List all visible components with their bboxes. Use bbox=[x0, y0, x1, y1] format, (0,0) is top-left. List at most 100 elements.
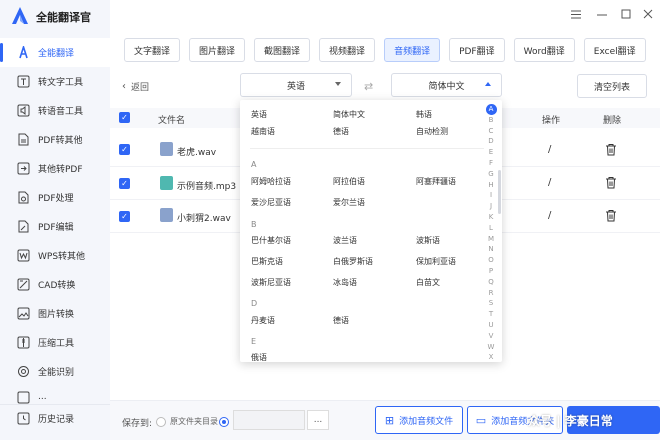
sidebar-item-to-speech[interactable]: 转语音工具 bbox=[0, 96, 110, 125]
custom-dir-radio[interactable] bbox=[219, 417, 229, 427]
file-name: 示例音频.mp3 bbox=[177, 182, 237, 192]
language-option[interactable]: 白苗文 bbox=[416, 277, 440, 288]
tab-image-translate[interactable]: 图片翻译 bbox=[189, 38, 246, 62]
trash-icon[interactable] bbox=[605, 176, 617, 189]
maximize-icon[interactable] bbox=[618, 6, 634, 22]
row-checkbox[interactable]: ✓ bbox=[119, 144, 130, 155]
sidebar-item-pdf-edit[interactable]: PDF编辑 bbox=[0, 212, 110, 241]
language-option[interactable]: 阿拉伯语 bbox=[333, 176, 365, 187]
alphabet-letter[interactable]: K bbox=[484, 212, 498, 223]
tab-video-translate[interactable]: 视频翻译 bbox=[319, 38, 376, 62]
alphabet-letter[interactable]: G bbox=[484, 169, 498, 180]
sidebar-item-translate[interactable]: 全能翻译 bbox=[0, 38, 110, 67]
alphabet-letter[interactable]: E bbox=[484, 147, 498, 158]
tab-word-translate[interactable]: Word翻译 bbox=[513, 38, 575, 62]
tab-text-translate[interactable]: 文字翻译 bbox=[124, 38, 181, 62]
sidebar-item-pdf-to-other[interactable]: PDF转其他 bbox=[0, 125, 110, 154]
source-language-select[interactable]: 英语 bbox=[240, 73, 352, 97]
sidebar-item-other-to-pdf[interactable]: 其他转PDF bbox=[0, 154, 110, 183]
language-option[interactable]: 自动检测 bbox=[416, 126, 448, 137]
language-option[interactable]: 冰岛语 bbox=[333, 277, 357, 288]
row-action[interactable]: / bbox=[548, 144, 551, 155]
browse-button[interactable]: ... bbox=[307, 410, 329, 430]
trash-icon[interactable] bbox=[605, 143, 617, 156]
alphabet-letter[interactable]: D bbox=[484, 136, 498, 147]
swap-languages-icon[interactable]: ⇄ bbox=[364, 80, 373, 93]
language-option[interactable]: 德语 bbox=[333, 315, 349, 326]
language-option[interactable]: 越南语 bbox=[251, 126, 275, 137]
source-dir-radio[interactable] bbox=[156, 417, 166, 427]
language-option[interactable]: 波斯语 bbox=[416, 235, 440, 246]
sidebar-item-pdf-process[interactable]: PDF处理 bbox=[0, 183, 110, 212]
chevron-up-icon bbox=[485, 82, 491, 86]
alphabet-letter[interactable]: W bbox=[484, 342, 498, 353]
alphabet-letter[interactable]: I bbox=[484, 190, 498, 201]
compress-icon bbox=[16, 336, 30, 350]
tab-pdf-translate[interactable]: PDF翻译 bbox=[449, 38, 505, 62]
alphabet-letter[interactable]: U bbox=[484, 320, 498, 331]
sidebar-item-image[interactable]: 图片转换 bbox=[0, 299, 110, 328]
alphabet-letter[interactable]: M bbox=[484, 234, 498, 245]
row-checkbox[interactable]: ✓ bbox=[119, 178, 130, 189]
close-icon[interactable] bbox=[640, 6, 656, 22]
back-button[interactable]: ‹ 返回 bbox=[122, 80, 149, 93]
output-path-input[interactable] bbox=[233, 410, 305, 430]
sidebar-item-label: 压缩工具 bbox=[38, 339, 75, 349]
alphabet-letter[interactable]: J bbox=[484, 201, 498, 212]
clear-list-button[interactable]: 清空列表 bbox=[577, 74, 647, 98]
sidebar-item-label: PDF转其他 bbox=[38, 136, 83, 146]
trash-icon[interactable] bbox=[605, 209, 617, 222]
language-option[interactable]: 简体中文 bbox=[333, 109, 365, 120]
menu-icon[interactable] bbox=[568, 6, 584, 22]
alphabet-letter[interactable]: Q bbox=[484, 277, 498, 288]
language-option[interactable]: 波斯尼亚语 bbox=[251, 277, 291, 288]
language-option[interactable]: 阿姆哈拉语 bbox=[251, 176, 291, 187]
alphabet-letter[interactable]: N bbox=[484, 244, 498, 255]
tab-audio-translate[interactable]: 音频翻译 bbox=[384, 38, 441, 62]
language-option[interactable]: 德语 bbox=[333, 126, 349, 137]
language-option[interactable]: 韩语 bbox=[416, 109, 432, 120]
alphabet-letter[interactable]: X bbox=[484, 352, 498, 362]
alphabet-letter[interactable]: V bbox=[484, 331, 498, 342]
select-all-checkbox[interactable]: ✓ bbox=[119, 112, 130, 123]
minimize-icon[interactable] bbox=[594, 6, 610, 22]
target-language-select[interactable]: 简体中文 bbox=[391, 73, 502, 97]
alphabet-letter[interactable]: H bbox=[484, 180, 498, 191]
language-option[interactable]: 白俄罗斯语 bbox=[333, 256, 373, 267]
language-option[interactable]: 巴斯克语 bbox=[251, 256, 283, 267]
add-audio-file-button[interactable]: ⊞ 添加音频文件 bbox=[375, 406, 463, 434]
row-checkbox[interactable]: ✓ bbox=[119, 211, 130, 222]
alphabet-letter[interactable]: S bbox=[484, 298, 498, 309]
dropdown-scrollbar[interactable] bbox=[498, 170, 501, 214]
language-option[interactable]: 阿塞拜疆语 bbox=[416, 176, 456, 187]
language-option[interactable]: 爱沙尼亚语 bbox=[251, 197, 291, 208]
more-icon bbox=[16, 390, 30, 404]
sidebar-item-recognize[interactable]: 全能识别 bbox=[0, 357, 110, 386]
alphabet-letter[interactable]: C bbox=[484, 126, 498, 137]
language-option[interactable]: 巴什基尔语 bbox=[251, 235, 291, 246]
history-button[interactable]: 历史记录 bbox=[0, 404, 110, 432]
row-action[interactable]: / bbox=[548, 177, 551, 188]
alphabet-letter[interactable]: T bbox=[484, 309, 498, 320]
alphabet-letter[interactable]: R bbox=[484, 288, 498, 299]
alphabet-letter[interactable]: P bbox=[484, 266, 498, 277]
language-option[interactable]: 丹麦语 bbox=[251, 315, 275, 326]
language-option[interactable]: 英语 bbox=[251, 109, 267, 120]
sidebar-item-cad[interactable]: CAD转换 bbox=[0, 270, 110, 299]
language-option[interactable]: 保加利亚语 bbox=[416, 256, 456, 267]
alphabet-letter[interactable]: B bbox=[484, 115, 498, 126]
sidebar-item-wps-to-other[interactable]: WPS转其他 bbox=[0, 241, 110, 270]
sidebar-item-label: PDF处理 bbox=[38, 194, 74, 204]
sidebar-item-compress[interactable]: 压缩工具 bbox=[0, 328, 110, 357]
alphabet-letter[interactable]: A bbox=[485, 104, 497, 115]
alphabet-letter[interactable]: L bbox=[484, 223, 498, 234]
language-option[interactable]: 爱尔兰语 bbox=[333, 197, 365, 208]
language-option[interactable]: 波兰语 bbox=[333, 235, 357, 246]
row-action[interactable]: / bbox=[548, 210, 551, 221]
alphabet-letter[interactable]: F bbox=[484, 158, 498, 169]
language-option[interactable]: 俄语 bbox=[251, 352, 267, 362]
alphabet-letter[interactable]: O bbox=[484, 255, 498, 266]
tab-excel-translate[interactable]: Excel翻译 bbox=[583, 38, 646, 62]
tab-screenshot-translate[interactable]: 截图翻译 bbox=[254, 38, 311, 62]
sidebar-item-to-text[interactable]: 转文字工具 bbox=[0, 67, 110, 96]
